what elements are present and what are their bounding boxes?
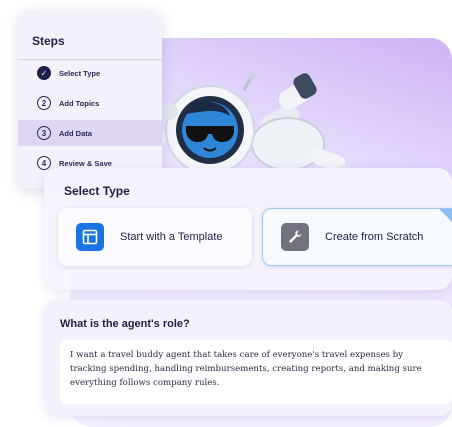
agent-role-question: What is the agent's role? bbox=[60, 318, 190, 330]
wrench-icon bbox=[281, 223, 309, 251]
template-icon bbox=[76, 223, 104, 251]
step-number: 2 bbox=[37, 96, 51, 110]
check-circle-icon: ✓ bbox=[37, 66, 51, 80]
selected-corner bbox=[439, 209, 452, 231]
option-label: Start with a Template bbox=[120, 231, 223, 243]
agent-role-textarea[interactable]: I want a travel buddy agent that takes c… bbox=[60, 340, 452, 404]
step-select-type[interactable]: ✓ Select Type bbox=[18, 60, 162, 86]
option-label: Create from Scratch bbox=[325, 231, 424, 243]
step-label: Select Type bbox=[59, 68, 101, 78]
start-with-template-option[interactable]: Start with a Template bbox=[58, 208, 252, 266]
step-label: Add Topics bbox=[59, 98, 100, 108]
step-add-topics[interactable]: 2 Add Topics bbox=[18, 90, 162, 116]
steps-panel: Steps ✓ Select Type 2 Add Topics 3 Add D… bbox=[18, 10, 162, 188]
step-add-data[interactable]: 3 Add Data bbox=[18, 120, 162, 146]
select-type-panel: Select Type Start with a Template Create… bbox=[44, 168, 452, 290]
steps-title: Steps bbox=[32, 34, 65, 48]
select-type-title: Select Type bbox=[64, 184, 130, 198]
step-number: 3 bbox=[37, 126, 51, 140]
step-label: Review & Save bbox=[59, 158, 112, 168]
step-label: Add Data bbox=[59, 128, 92, 138]
create-from-scratch-option[interactable]: Create from Scratch ✓ bbox=[262, 208, 452, 266]
agent-role-panel: What is the agent's role? I want a trave… bbox=[44, 300, 452, 416]
step-number: 4 bbox=[37, 156, 51, 170]
